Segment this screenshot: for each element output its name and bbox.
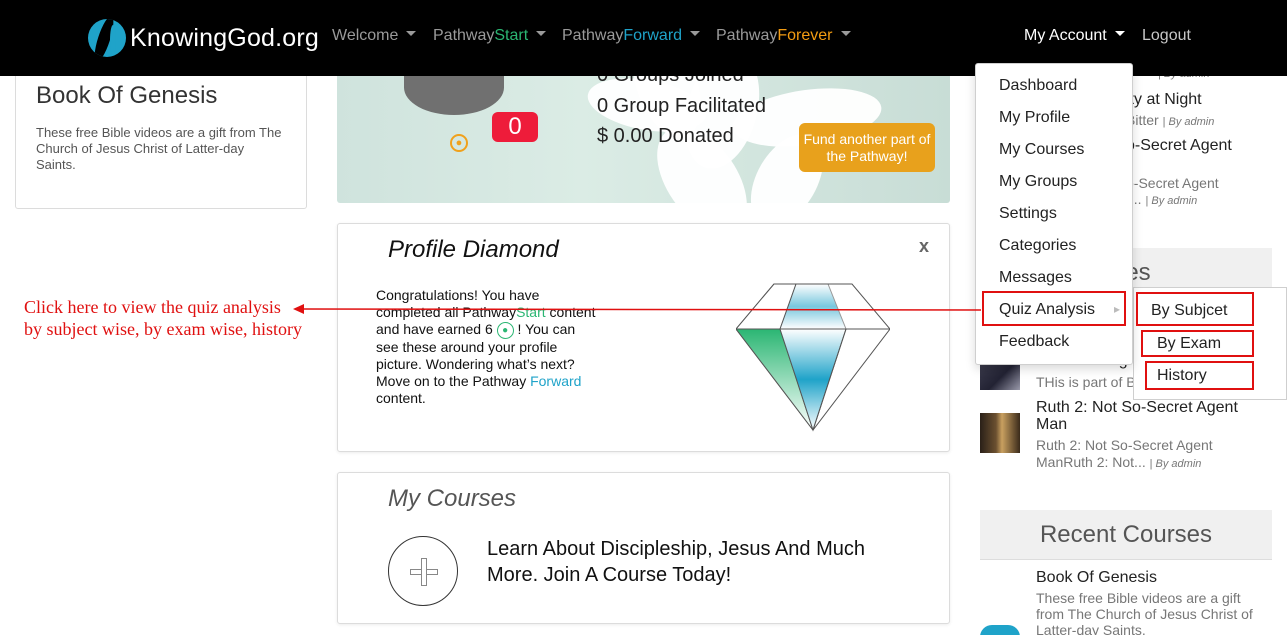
fund-pathway-button[interactable]: Fund another part of the Pathway! bbox=[799, 123, 935, 172]
my-courses-title: My Courses bbox=[388, 485, 517, 512]
post-author: | By admin bbox=[1145, 195, 1198, 207]
left-course-card[interactable]: Book Of Genesis These free Bible videos … bbox=[15, 60, 307, 209]
post-author: | By admin bbox=[1162, 116, 1215, 128]
chevron-right-icon: ▸ bbox=[1114, 302, 1121, 316]
caret-down-icon bbox=[1114, 31, 1125, 37]
groups-facilitated-stat: 0 Group Facilitated bbox=[597, 95, 766, 117]
post-excerpt: Ruth 2: Not So-Secret Agent ManRuth 2: N… bbox=[1036, 437, 1256, 473]
course-thumbnail[interactable] bbox=[980, 625, 1020, 635]
close-button[interactable]: x bbox=[919, 236, 929, 257]
nav-logout[interactable]: Logout bbox=[1142, 27, 1191, 45]
pd-text-4: content. bbox=[376, 389, 426, 406]
nav-pathway-forever[interactable]: PathwayForever bbox=[716, 27, 851, 45]
menu-item-my-groups[interactable]: My Groups bbox=[999, 173, 1077, 191]
nav-pathway-start-accent: Start bbox=[494, 27, 529, 44]
submenu-by-exam[interactable]: By Exam bbox=[1141, 330, 1254, 357]
caret-down-icon bbox=[536, 31, 547, 37]
account-dropdown-menu: Dashboard My Profile My Courses My Group… bbox=[975, 63, 1133, 365]
post-author: | By admin bbox=[1149, 458, 1202, 470]
recent-courses-heading: Recent Courses bbox=[980, 510, 1272, 560]
logo-icon bbox=[88, 19, 126, 57]
pd-link-forward[interactable]: Forward bbox=[530, 373, 581, 389]
profile-diamond-card: Profile Diamond x Congratulations! You h… bbox=[337, 223, 950, 452]
annotation-callout: Click here to view the quiz analysis by … bbox=[24, 296, 302, 340]
menu-item-messages[interactable]: Messages bbox=[999, 269, 1072, 287]
nav-pathway-start[interactable]: PathwayStart bbox=[433, 27, 547, 45]
caret-down-icon bbox=[406, 31, 417, 37]
caret-down-icon bbox=[690, 31, 701, 37]
nav-pathway-forward[interactable]: PathwayForward bbox=[562, 27, 701, 45]
my-courses-card: My Courses Learn About Discipleship, Jes… bbox=[337, 472, 950, 624]
flame-icon: ● bbox=[450, 134, 468, 152]
post-title[interactable]: ity at Night bbox=[1126, 91, 1202, 109]
annotation-line-1: Click here to view the quiz analysis bbox=[24, 297, 281, 317]
post-author-name: By admin bbox=[1168, 116, 1215, 128]
profile-diamond-message: Congratulations! You have completed all … bbox=[376, 287, 601, 407]
nav-pathway-forward-label: Pathway bbox=[562, 27, 624, 44]
logo-text: KnowingGod.org bbox=[130, 23, 320, 52]
menu-item-categories[interactable]: Categories bbox=[999, 237, 1076, 255]
left-card-description: These free Bible videos are a gift from … bbox=[36, 125, 282, 172]
post-excerpt: t... | By admin bbox=[1126, 191, 1197, 207]
nav-pathway-forever-label: Pathway bbox=[716, 27, 778, 44]
nav-welcome-label: Welcome bbox=[332, 27, 399, 44]
menu-item-quiz-analysis[interactable]: Quiz Analysis bbox=[999, 301, 1095, 319]
nav-my-account[interactable]: My Account bbox=[1024, 27, 1125, 45]
annotation-line-2: by subject wise, by exam wise, history bbox=[24, 319, 302, 339]
pd-text-1: Congratulations! You have completed all … bbox=[376, 287, 540, 320]
menu-item-my-courses[interactable]: My Courses bbox=[999, 141, 1084, 159]
menu-item-feedback[interactable]: Feedback bbox=[999, 333, 1069, 351]
submenu-history[interactable]: History bbox=[1145, 361, 1254, 390]
post-author-name: By admin bbox=[1155, 458, 1202, 470]
recent-course-description: These free Bible videos are a gift from … bbox=[1036, 590, 1253, 635]
nav-pathway-start-label: Pathway bbox=[433, 27, 495, 44]
add-course-icon[interactable] bbox=[388, 536, 458, 606]
post-title[interactable]: o-Secret Agent bbox=[1126, 137, 1232, 155]
caret-down-icon bbox=[840, 31, 851, 37]
diamond-icon bbox=[736, 283, 890, 432]
menu-item-dashboard[interactable]: Dashboard bbox=[999, 77, 1077, 95]
submenu-by-subject[interactable]: By Subjcet bbox=[1136, 292, 1254, 326]
post-thumbnail[interactable] bbox=[980, 413, 1020, 453]
nav-pathway-forward-accent: Forward bbox=[623, 27, 683, 44]
menu-item-my-profile[interactable]: My Profile bbox=[999, 109, 1070, 127]
join-course-cta[interactable]: Learn About Discipleship, Jesus And Much… bbox=[487, 536, 867, 588]
site-logo[interactable]: KnowingGod.org bbox=[88, 18, 319, 58]
post-title[interactable]: Ruth 2: Not So-Secret Agent Man bbox=[1036, 399, 1251, 433]
left-card-title[interactable]: Book Of Genesis bbox=[36, 82, 217, 110]
notification-count-badge[interactable]: 0 bbox=[492, 112, 538, 142]
nav-pathway-forever-accent: Forever bbox=[777, 27, 833, 44]
profile-diamond-title: Profile Diamond bbox=[388, 236, 559, 263]
menu-item-settings[interactable]: Settings bbox=[999, 205, 1057, 223]
map-pin-icon: ● bbox=[496, 321, 514, 339]
pd-text-start: Start bbox=[516, 304, 546, 320]
nav-my-account-label: My Account bbox=[1024, 27, 1107, 44]
donated-stat: $ 0.00 Donated bbox=[597, 125, 734, 147]
profile-hero: 0 ● 0 Groups Joined 0 Group Facilitated … bbox=[337, 60, 950, 203]
post-author-name: By admin bbox=[1151, 195, 1198, 207]
post-excerpt: Bitter | By admin bbox=[1126, 112, 1214, 128]
post-excerpt: THis is part of B bbox=[1036, 374, 1136, 390]
nav-welcome[interactable]: Welcome bbox=[332, 27, 417, 45]
recent-course-title[interactable]: Book Of Genesis bbox=[1036, 569, 1157, 587]
post-excerpt: o-Secret Agent bbox=[1126, 175, 1219, 191]
